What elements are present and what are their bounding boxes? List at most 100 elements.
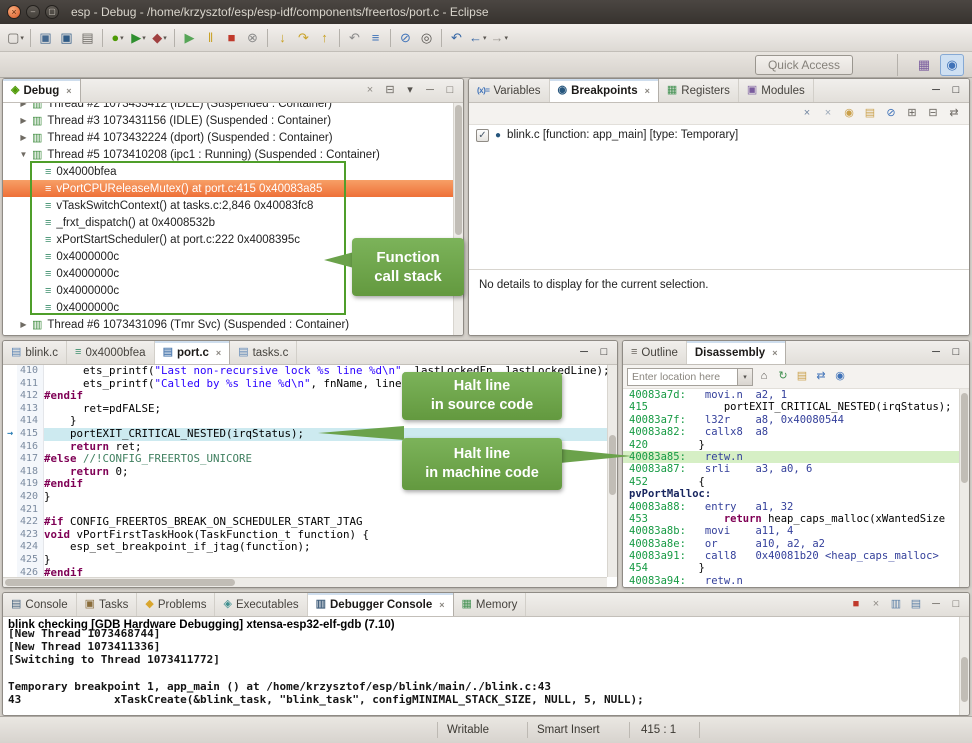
close-icon[interactable]: ×: [216, 348, 221, 358]
console-vertical-scrollbar[interactable]: [959, 617, 969, 715]
location-combo[interactable]: Enter location here ▾: [627, 368, 753, 386]
tab-debugger-console[interactable]: ▥Debugger Console×: [308, 593, 454, 616]
tab-port-c[interactable]: ▤port.c×: [155, 341, 231, 364]
remove-all-terminated-icon[interactable]: ×: [363, 85, 377, 96]
tab-tasks[interactable]: ▣Tasks: [77, 593, 138, 616]
tab-blink-c[interactable]: ▤blink.c: [3, 341, 67, 364]
console-body[interactable]: blink checking [GDB Hardware Debugging] …: [3, 617, 959, 715]
debug-perspective-button[interactable]: ◉: [940, 54, 964, 76]
maximize-icon[interactable]: □: [443, 85, 457, 96]
step-over-icon[interactable]: ↷: [293, 27, 314, 49]
sync-with-active-context-icon[interactable]: ⇄: [814, 371, 828, 382]
console-minimize-icon[interactable]: ─: [929, 599, 943, 610]
thread-row[interactable]: ▶▥Thread #3 1073431156 (IDLE) (Suspended…: [3, 112, 453, 129]
track-pc-icon[interactable]: ◉: [833, 371, 847, 382]
console-maximize-icon[interactable]: □: [949, 599, 963, 610]
expand-all-breakpoints-icon[interactable]: ⊞: [905, 108, 919, 119]
collapse-all-icon[interactable]: ⊟: [383, 85, 397, 96]
terminate-console-icon[interactable]: ■: [849, 599, 863, 610]
remove-launch-icon[interactable]: ×: [869, 599, 883, 610]
save-all-icon[interactable]: ▣: [56, 27, 77, 49]
tab-outline[interactable]: ≡Outline: [623, 341, 687, 364]
window-maximize-button[interactable]: ▢: [45, 5, 59, 19]
show-source-icon[interactable]: ▤: [795, 371, 809, 382]
minimize-icon[interactable]: ─: [577, 347, 591, 358]
scrollbar-thumb[interactable]: [455, 105, 462, 235]
new-wizard-icon[interactable]: ▢▾: [5, 27, 26, 49]
tab-variables[interactable]: (x)=Variables: [469, 79, 550, 102]
scrollbar-thumb[interactable]: [609, 435, 616, 495]
tab-modules[interactable]: ▣Modules: [739, 79, 814, 102]
editor-vertical-scrollbar[interactable]: [607, 365, 617, 577]
disconnect-icon[interactable]: ⊗: [242, 27, 263, 49]
maximize-icon[interactable]: □: [949, 347, 963, 358]
tab-disassembly[interactable]: Disassembly×: [687, 341, 787, 364]
minimize-icon[interactable]: ─: [423, 85, 437, 96]
close-icon[interactable]: ×: [772, 348, 777, 358]
home-icon[interactable]: ⌂: [757, 371, 771, 382]
skip-all-breakpoints-view-icon[interactable]: ⊘: [884, 108, 898, 119]
close-icon[interactable]: ×: [439, 600, 444, 610]
minimize-icon[interactable]: ─: [929, 347, 943, 358]
view-menu-icon[interactable]: ▾: [403, 85, 417, 96]
expand-icon[interactable]: ▶: [17, 116, 30, 125]
resume-icon[interactable]: ▶: [179, 27, 200, 49]
editor-horizontal-scrollbar[interactable]: [3, 577, 607, 587]
terminate-icon[interactable]: ■: [221, 27, 242, 49]
code-text[interactable]: }: [44, 491, 607, 504]
breakpoint-item[interactable]: ✓ ● blink.c [function: app_main] [type: …: [469, 125, 969, 145]
instruction-stepping-icon[interactable]: ≡: [365, 27, 386, 49]
remove-breakpoint-icon[interactable]: ×: [800, 108, 814, 119]
cpp-perspective-button[interactable]: ▦: [912, 54, 936, 76]
step-into-icon[interactable]: ↓: [272, 27, 293, 49]
quick-access[interactable]: Quick Access: [755, 55, 853, 75]
code-text[interactable]: void vPortFirstTaskHook(TaskFunction_t f…: [44, 529, 607, 542]
display-selected-console-icon[interactable]: ▥: [889, 599, 903, 610]
print-icon[interactable]: ▤: [77, 27, 98, 49]
tab-breakpoints[interactable]: ◉Breakpoints×: [550, 79, 659, 102]
last-edit-location-icon[interactable]: ↶: [446, 27, 467, 49]
close-icon[interactable]: ×: [66, 86, 71, 96]
expand-icon[interactable]: ▶: [17, 133, 30, 142]
show-breakpoints-for-selection-icon[interactable]: ◉: [842, 108, 856, 119]
combo-dropdown-icon[interactable]: ▾: [737, 369, 752, 385]
maximize-icon[interactable]: □: [949, 85, 963, 96]
expand-icon[interactable]: ▶: [17, 103, 30, 108]
open-console-icon[interactable]: ▤: [909, 599, 923, 610]
collapse-all-breakpoints-icon[interactable]: ⊟: [926, 108, 940, 119]
breakpoint-checkbox[interactable]: ✓: [476, 129, 489, 142]
window-close-button[interactable]: ×: [7, 5, 21, 19]
code-text[interactable]: }: [44, 554, 607, 567]
link-with-debug-view-icon[interactable]: ⇄: [947, 108, 961, 119]
minimize-icon[interactable]: ─: [929, 85, 943, 96]
maximize-icon[interactable]: □: [597, 347, 611, 358]
collapse-icon[interactable]: ▼: [17, 150, 30, 159]
tab-memory[interactable]: ▦Memory: [454, 593, 527, 616]
location-input[interactable]: Enter location here: [628, 369, 737, 385]
step-return-icon[interactable]: ↑: [314, 27, 335, 49]
window-minimize-button[interactable]: –: [26, 5, 40, 19]
external-tools-icon[interactable]: ◆▾: [149, 27, 170, 49]
forward-icon[interactable]: →▾: [489, 27, 511, 49]
debug-icon[interactable]: ●▾: [107, 27, 128, 49]
scrollbar-thumb[interactable]: [961, 393, 968, 483]
close-icon[interactable]: ×: [645, 86, 650, 96]
thread-row[interactable]: ▶▥Thread #4 1073432224 (dport) (Suspende…: [3, 129, 453, 146]
tab-executables[interactable]: ◈Executables: [215, 593, 307, 616]
save-icon[interactable]: ▣: [35, 27, 56, 49]
tab-registers[interactable]: ▦Registers: [659, 79, 739, 102]
code-text[interactable]: #endif: [44, 567, 607, 578]
back-icon[interactable]: ←▾: [467, 27, 489, 49]
thread-row[interactable]: ▶▥Thread #6 1073431096 (Tmr Svc) (Suspen…: [3, 316, 453, 333]
scrollbar-thumb[interactable]: [5, 579, 235, 586]
scrollbar-thumb[interactable]: [961, 657, 968, 702]
tab-debug[interactable]: ◈ Debug ×: [3, 79, 81, 102]
skip-all-breakpoints-icon[interactable]: ⊘: [395, 27, 416, 49]
debug-vertical-scrollbar[interactable]: [453, 103, 463, 335]
remove-all-breakpoints-icon[interactable]: ×: [821, 108, 835, 119]
disassembly-content[interactable]: 40083a7d: movi.n a2, 1415 portEXIT_CRITI…: [623, 389, 959, 587]
code-text[interactable]: #if CONFIG_FREERTOS_BREAK_ON_SCHEDULER_S…: [44, 516, 607, 529]
go-to-breakpoint-file-icon[interactable]: ▤: [863, 108, 877, 119]
code-text[interactable]: esp_set_breakpoint_if_jtag(function);: [44, 541, 607, 554]
refresh-icon[interactable]: ↻: [776, 371, 790, 382]
